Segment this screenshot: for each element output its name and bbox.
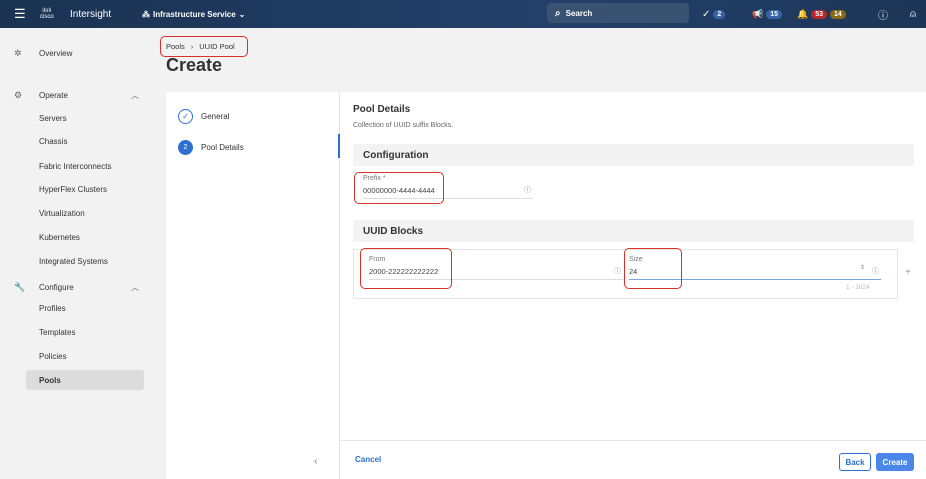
menu-icon[interactable]: ☰ [14,6,26,22]
back-button[interactable]: Back [839,453,871,471]
operate-icon: ⚙ [14,89,23,100]
step-number: 2 [178,140,193,155]
sidebar-item-chassis[interactable]: Chassis [26,131,144,151]
sidebar-label: Configure [39,282,74,292]
sidebar-item-virtualization[interactable]: Virtualization [26,203,144,223]
tasks-button[interactable]: ✓ 2 [702,8,726,20]
network-icon: ⁂ [142,9,150,19]
info-icon[interactable]: ⓘ [872,266,879,276]
search-icon: ⌕ [555,7,561,19]
stepper-icon[interactable]: ⇕ [860,264,865,271]
sidebar-item-overview[interactable]: ✲ Overview [0,43,150,63]
search-placeholder: Search [565,8,593,18]
sidebar-item-hyperflex[interactable]: HyperFlex Clusters [26,179,144,199]
sidebar-item-configure[interactable]: 🔧 Configure ︿ [0,277,150,297]
sidebar-label: Chassis [39,136,68,146]
highlight-box [624,248,682,289]
check-circle-icon: ✓ [702,8,711,20]
section-title: Pool Details [353,104,411,115]
step-label: Pool Details [201,143,244,152]
alarms-button[interactable]: 🔔 53 14 [797,9,846,20]
sidebar-label: Servers [39,113,67,123]
cisco-logo: ılıılı cisco [40,8,54,20]
sidebar: ✲ Overview ⚙ Operate ︿ Servers Chassis Fabr… [0,28,155,479]
chevron-up-icon: ︿ [131,90,139,100]
sidebar-label: Operate [39,90,68,100]
highlight-box [360,248,452,289]
megaphone-icon: 📢 [752,8,764,19]
highlight-box [160,36,248,57]
wizard-panel: ✓ General 2 Pool Details ‹ Pool Details … [166,92,926,479]
tasks-badge: 2 [713,9,726,19]
search-input[interactable]: ⌕ Search [547,3,689,23]
highlight-box [354,172,444,204]
chevron-up-icon: ︿ [131,282,139,292]
collapse-icon[interactable]: ‹ [314,456,317,467]
sidebar-label: Pools [39,375,61,385]
critical-badge: 53 [811,9,828,19]
help-icon[interactable]: ⓘ [878,7,888,22]
create-button[interactable]: Create [876,453,914,471]
sidebar-item-pools[interactable]: Pools [26,370,144,390]
service-selector[interactable]: ⁂ Infrastructure Service ⌄ [142,10,245,19]
sidebar-item-servers[interactable]: Servers [26,108,144,128]
sidebar-label: Integrated Systems [39,256,108,266]
size-range-hint: 1 - 1024 [846,284,870,291]
sidebar-item-fabric-interconnects[interactable]: Fabric Interconnects [26,156,144,176]
check-icon: ✓ [178,109,193,124]
step-label: General [201,112,230,121]
sidebar-label: Fabric Interconnects [39,161,112,171]
sidebar-item-profiles[interactable]: Profiles [26,298,144,318]
wizard-steps: ✓ General 2 Pool Details ‹ [166,92,340,479]
sidebar-item-kubernetes[interactable]: Kubernetes [26,227,144,247]
wizard-footer: Cancel Back Create [341,440,926,479]
sidebar-item-policies[interactable]: Policies [26,346,144,366]
bell-icon: 🔔 [797,8,809,19]
sidebar-label: Kubernetes [39,232,80,242]
sidebar-label: Templates [39,327,76,337]
top-bar: ☰ ılıılı cisco Intersight ⁂ Infrastructure… [0,0,926,28]
info-icon[interactable]: ⓘ [614,266,621,276]
sidebar-item-templates[interactable]: Templates [26,322,144,342]
step-pool-details[interactable]: 2 Pool Details [178,140,244,155]
announcements-button[interactable]: 📢 15 [752,8,783,20]
sidebar-label: Virtualization [39,208,85,218]
uuid-blocks-header: UUID Blocks [353,220,914,242]
section-subtitle: Collection of UUID suffix Blocks. [353,122,454,129]
sidebar-label: Policies [39,351,67,361]
sidebar-label: HyperFlex Clusters [39,184,108,194]
sidebar-label: Profiles [39,303,66,313]
step-general[interactable]: ✓ General [178,109,229,124]
sidebar-label: Overview [39,48,73,58]
sidebar-item-operate[interactable]: ⚙ Operate ︿ [0,85,150,105]
overview-icon: ✲ [14,47,22,58]
service-label: Infrastructure Service [153,9,236,19]
announcements-badge: 15 [766,9,783,19]
add-block-icon[interactable]: + [905,267,911,278]
app-name: Intersight [70,8,112,20]
page-title: Create [166,55,223,75]
active-step-indicator [338,134,340,158]
info-icon[interactable]: ⓘ [524,185,531,195]
configuration-header: Configuration [353,144,914,166]
cancel-button[interactable]: Cancel [355,455,381,464]
warning-badge: 14 [830,9,846,19]
user-icon[interactable]: ⍝ [910,9,916,20]
sidebar-item-integrated-systems[interactable]: Integrated Systems [26,251,144,271]
wrench-icon: 🔧 [14,281,26,292]
chevron-down-icon: ⌄ [238,9,246,19]
